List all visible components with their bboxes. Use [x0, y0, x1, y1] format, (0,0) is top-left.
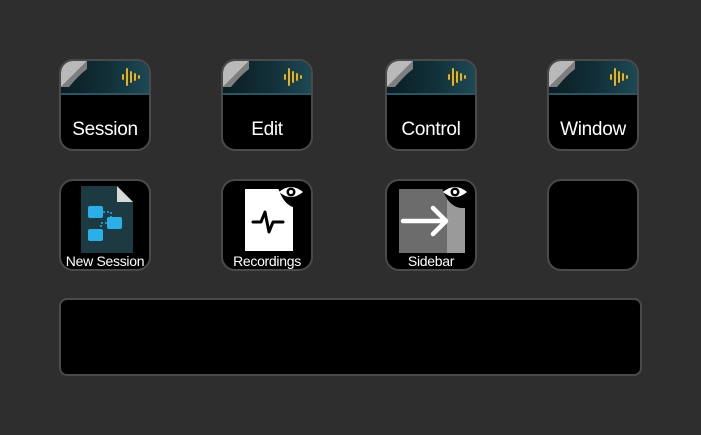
- session-folder-label: Session: [72, 119, 138, 140]
- folder-corner-icon: [223, 61, 249, 87]
- audio-waveform-icon: [448, 68, 466, 86]
- eye-icon: [276, 181, 311, 208]
- window-folder-label: Window: [560, 119, 626, 140]
- audio-waveform-icon: [122, 68, 140, 86]
- sidebar-button[interactable]: Sidebar: [385, 179, 477, 271]
- touch-strip[interactable]: [59, 298, 642, 376]
- edit-folder-label: Edit: [251, 119, 283, 140]
- new-session-label: New Session: [65, 253, 145, 269]
- empty-key[interactable]: [547, 179, 639, 271]
- folder-corner-icon: [549, 61, 575, 87]
- audio-waveform-icon: [610, 68, 628, 86]
- folder-corner-icon: [61, 61, 87, 87]
- window-folder-button[interactable]: Window: [547, 59, 639, 151]
- control-folder-button[interactable]: Control: [385, 59, 477, 151]
- new-session-button[interactable]: New Session: [59, 179, 151, 271]
- recordings-label: Recordings: [233, 253, 301, 269]
- edit-folder-button[interactable]: Edit: [221, 59, 313, 151]
- control-folder-label: Control: [401, 119, 461, 140]
- folder-corner-icon: [387, 61, 413, 87]
- audio-waveform-icon: [284, 68, 302, 86]
- stream-deck-panel: Session Edit Control Window New Session …: [0, 0, 701, 435]
- session-folder-button[interactable]: Session: [59, 59, 151, 151]
- sidebar-label: Sidebar: [407, 253, 455, 269]
- recordings-button[interactable]: Recordings: [221, 179, 313, 271]
- eye-icon: [440, 181, 475, 208]
